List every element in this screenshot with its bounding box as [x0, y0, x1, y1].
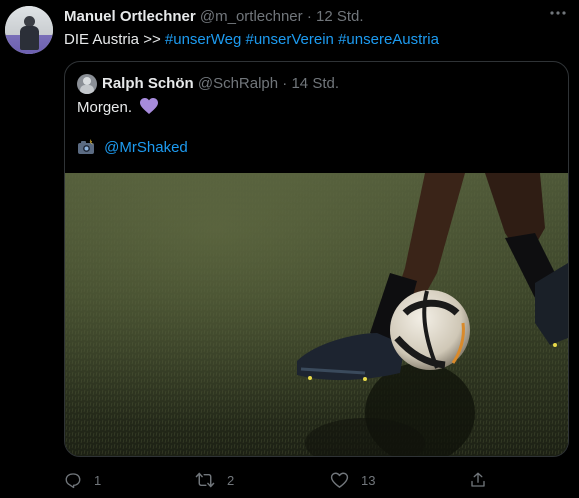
quote-text-morgen: Morgen. — [77, 99, 133, 116]
quote-media-photo[interactable] — [65, 173, 568, 456]
quote-text-line1: Morgen. — [77, 98, 159, 121]
quote-header: Ralph Schön @SchRalph · 14 Std. — [102, 75, 339, 93]
tweet-time[interactable]: 12 Std. — [316, 8, 364, 25]
author-handle[interactable]: @m_ortlechner — [200, 8, 303, 25]
quote-separator: · — [282, 75, 288, 92]
author-avatar[interactable] — [5, 6, 53, 54]
purple-heart-icon — [140, 98, 159, 121]
camera-flash-icon — [77, 139, 95, 161]
quote-avatar-head — [83, 77, 91, 85]
hashtag-link[interactable]: #unserVerein — [246, 31, 334, 48]
header-separator: · — [306, 8, 312, 25]
quote-author-name: Ralph Schön — [102, 75, 194, 92]
mention-link[interactable]: @MrShaked — [104, 139, 188, 156]
retweet-icon — [195, 471, 215, 489]
share-icon — [469, 471, 487, 489]
reply-count: 1 — [94, 472, 102, 488]
like-count: 13 — [361, 472, 376, 488]
tweet-text-prefix: DIE Austria >> — [64, 31, 161, 48]
quote-author-handle: @SchRalph — [197, 75, 279, 92]
author-name[interactable]: Manuel Ortlechner — [64, 8, 196, 25]
like-heart-icon — [330, 471, 349, 489]
share-button[interactable] — [469, 470, 487, 490]
tweet-actions: 1 2 13 — [64, 470, 569, 490]
quote-time: 14 Std. — [291, 75, 340, 92]
retweet-count: 2 — [227, 472, 235, 488]
tweet-header: Manuel Ortlechner @m_ortlechner · 12 Std… — [64, 8, 364, 26]
tweet[interactable]: Manuel Ortlechner @m_ortlechner · 12 Std… — [0, 0, 579, 498]
retweet-button[interactable]: 2 — [195, 470, 234, 490]
like-button[interactable]: 13 — [330, 470, 375, 490]
quote-avatar-body — [80, 85, 94, 94]
hashtag-link[interactable]: #unsereAustria — [338, 31, 439, 48]
reply-icon — [64, 471, 82, 489]
avatar-body — [20, 26, 39, 50]
more-dots-icon[interactable] — [549, 4, 567, 27]
quote-text-line2: @MrShaked — [77, 138, 188, 161]
quoted-tweet[interactable]: Ralph Schön @SchRalph · 14 Std. Morgen. — [64, 61, 569, 457]
hashtag-link[interactable]: #unserWeg — [165, 31, 241, 48]
quote-author-avatar — [77, 74, 97, 94]
tweet-text: DIE Austria >> #unserWeg #unserVerein #u… — [64, 30, 439, 50]
reply-button[interactable]: 1 — [64, 470, 101, 490]
